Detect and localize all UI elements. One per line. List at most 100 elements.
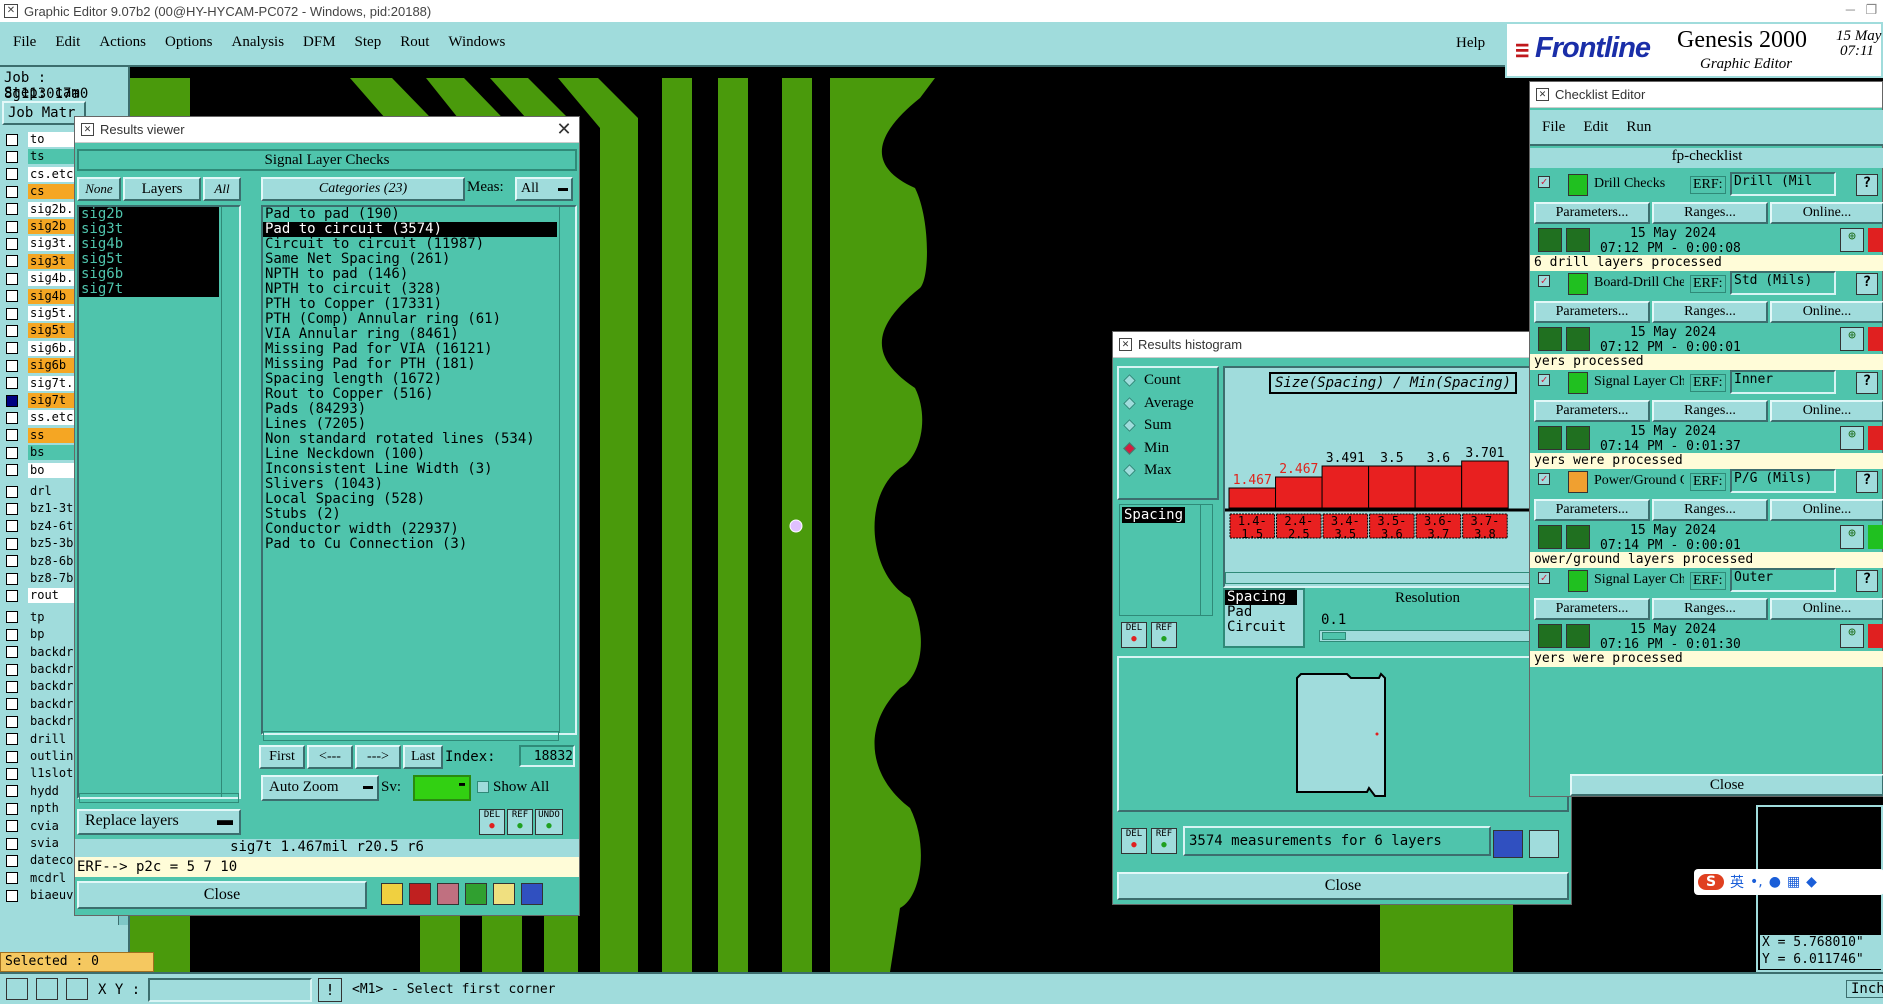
layer-checkbox[interactable]	[6, 359, 18, 372]
rv-layer-item[interactable]: sig5t	[79, 252, 219, 267]
checklist-menu-run[interactable]: Run	[1626, 119, 1651, 144]
run-icon[interactable]	[1538, 426, 1562, 450]
category-item[interactable]: NPTH to pad (146)	[263, 267, 557, 282]
layers-button[interactable]: Layers	[123, 177, 201, 201]
layer-checkbox[interactable]	[6, 150, 18, 163]
mode-count-radio[interactable]: Count	[1123, 372, 1181, 389]
category-hscrollbar[interactable]	[263, 731, 559, 741]
res-item[interactable]: Pad	[1225, 605, 1297, 620]
category-scrollbar[interactable]	[559, 207, 575, 733]
layer-checkbox[interactable]	[6, 429, 18, 442]
zoom-area-icon[interactable]	[1529, 830, 1559, 858]
layer-checkbox[interactable]	[6, 342, 18, 355]
layer-list-scrollbar[interactable]	[221, 207, 239, 797]
checklist-item-name[interactable]: Signal Layer Ch	[1594, 374, 1684, 390]
show-all-checkbox[interactable]	[477, 781, 489, 793]
layer-checkbox[interactable]	[6, 537, 18, 550]
layer-checkbox[interactable]	[6, 785, 18, 798]
layer-checkbox[interactable]	[6, 663, 18, 676]
zoom-icon[interactable]: ⊕	[1840, 327, 1864, 351]
category-item[interactable]: Circuit to circuit (11987)	[263, 237, 557, 252]
slider-thumb[interactable]	[1322, 632, 1346, 640]
layer-checkbox[interactable]	[6, 324, 18, 337]
first-button[interactable]: First	[259, 745, 305, 769]
layer-checkbox[interactable]	[6, 572, 18, 585]
erf-value[interactable]: P/G (Mils)	[1730, 469, 1836, 493]
rv-layer-item[interactable]: sig7t	[79, 282, 219, 297]
checklist-item-name[interactable]: Signal Layer Ch	[1594, 572, 1684, 588]
layer-checkbox[interactable]	[6, 203, 18, 216]
layer-checkbox[interactable]	[6, 220, 18, 233]
res-item[interactable]: Spacing	[1225, 590, 1297, 605]
menu-options[interactable]: Options	[165, 34, 213, 51]
layer-checkbox[interactable]	[6, 820, 18, 833]
layer-checkbox[interactable]	[6, 837, 18, 850]
category-item[interactable]: Stubs (2)	[263, 507, 557, 522]
list-icon[interactable]	[381, 883, 403, 905]
histogram-bar[interactable]	[1368, 465, 1416, 509]
category-item[interactable]: Conductor width (22937)	[263, 522, 557, 537]
help-icon[interactable]: ?	[1856, 273, 1878, 295]
microphone-icon[interactable]: ●	[1769, 874, 1781, 890]
category-item[interactable]: Line Neckdown (100)	[263, 447, 557, 462]
layer-checkbox[interactable]	[6, 555, 18, 568]
histogram-bar[interactable]	[1275, 476, 1323, 509]
layer-checkbox[interactable]	[6, 377, 18, 390]
run-icon[interactable]	[1538, 228, 1562, 252]
restore-icon[interactable]: ❐	[1865, 2, 1877, 18]
menu-file[interactable]: File	[13, 34, 36, 51]
auto-zoom-select[interactable]: Auto Zoom ▬	[261, 775, 379, 801]
punctuation-icon[interactable]: •,	[1750, 874, 1763, 890]
layer-checkbox[interactable]	[6, 750, 18, 763]
layer-checkbox[interactable]	[6, 733, 18, 746]
sv-color-select[interactable]: ▬	[413, 775, 471, 801]
check-mark-icon[interactable]: ✓	[1538, 374, 1550, 386]
help-icon[interactable]: ?	[1856, 372, 1878, 394]
measure-tool-icon[interactable]	[36, 978, 58, 1000]
menu-analysis[interactable]: Analysis	[232, 34, 285, 51]
mode-min-radio[interactable]: Min	[1123, 440, 1169, 457]
layer-checkbox[interactable]	[6, 237, 18, 250]
hist-del-button-2[interactable]: DEL ●	[1121, 828, 1147, 854]
layer-checkbox[interactable]	[6, 394, 18, 407]
category-item[interactable]: Spacing length (1672)	[263, 372, 557, 387]
mode-max-radio[interactable]: Max	[1123, 462, 1172, 479]
layer-checkbox[interactable]	[6, 715, 18, 728]
layer-checkbox[interactable]	[6, 611, 18, 624]
menu-edit[interactable]: Edit	[55, 34, 80, 51]
ranges-button[interactable]: Ranges...	[1652, 400, 1768, 422]
histogram-bar[interactable]	[1228, 487, 1277, 509]
sort-icon[interactable]	[465, 883, 487, 905]
layer-hscrollbar[interactable]	[79, 793, 239, 803]
layer-checkbox[interactable]	[6, 411, 18, 424]
layer-checkbox[interactable]	[6, 802, 18, 815]
replace-layers-button[interactable]: Replace layers ▬	[77, 809, 241, 835]
help-icon[interactable]: ?	[1856, 570, 1878, 592]
layer-checkbox[interactable]	[6, 185, 18, 198]
online-button[interactable]: Online...	[1770, 301, 1883, 323]
undo-button[interactable]: UNDO ●	[535, 809, 563, 835]
rv-layer-item[interactable]: sig2b	[79, 207, 219, 222]
online-button[interactable]: Online...	[1770, 400, 1883, 422]
zoom-icon[interactable]: ⊕	[1840, 426, 1864, 450]
layer-checkbox[interactable]	[6, 680, 18, 693]
edit-icon[interactable]	[1566, 327, 1590, 351]
info-icon[interactable]: !	[318, 978, 342, 1002]
layer-checkbox[interactable]	[6, 767, 18, 780]
unit-label[interactable]: Inch	[1846, 980, 1883, 998]
menu-dfm[interactable]: DFM	[303, 34, 336, 51]
xy-input[interactable]	[148, 978, 312, 1002]
online-button[interactable]: Online...	[1770, 499, 1883, 521]
menu-help[interactable]: Help	[1456, 35, 1485, 52]
layer-checkbox[interactable]	[6, 272, 18, 285]
edit-icon[interactable]	[1566, 525, 1590, 549]
meas-select[interactable]: All ▬	[515, 177, 573, 201]
ranges-button[interactable]: Ranges...	[1652, 598, 1768, 620]
category-item[interactable]: Pad to circuit (3574)	[263, 222, 557, 237]
ranges-button[interactable]: Ranges...	[1652, 202, 1768, 224]
histogram-bar[interactable]	[1461, 460, 1509, 509]
checklist-item-name[interactable]: Drill Checks	[1594, 176, 1684, 192]
histogram-icon[interactable]	[521, 883, 543, 905]
check-mark-icon[interactable]: ✓	[1538, 572, 1550, 584]
spacing-item[interactable]: Spacing	[1122, 507, 1186, 523]
